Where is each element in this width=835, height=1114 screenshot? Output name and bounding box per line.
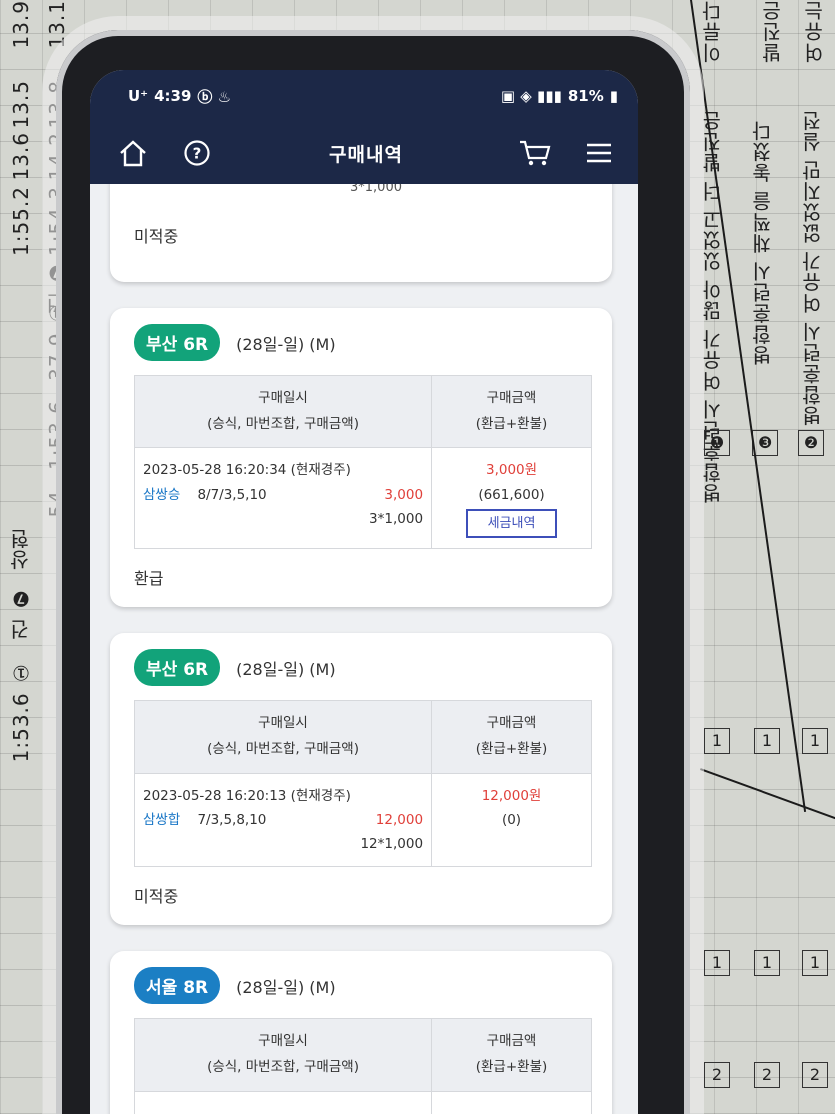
purchase-table: 구매일시 (승식, 마번조합, 구매금액) 구매금액 (환급+환불) 2023-… xyxy=(133,374,592,550)
clock: 4:39 xyxy=(154,87,192,105)
purchase-detail-cell: 2023-05-28 16:20:34 (현재경주) 삼쌍승 8/7/3,5,1… xyxy=(133,447,433,550)
race-date: (28일-일) (M) xyxy=(236,659,336,679)
purchase-datetime: 2023-05-28 16:20:13 (현재경주) xyxy=(143,787,351,804)
bet-amount: 12,000 xyxy=(375,811,424,828)
card-status: 미적중 xyxy=(134,887,179,907)
purchase-card[interactable]: 서울 8R (28일-일) (M) 구매일시 (승식, 마번조합, 구매금액) … xyxy=(110,951,612,1114)
purchase-card[interactable]: 부산 6R (28일-일) (M) 구매일시 (승식, 마번조합, 구매금액) … xyxy=(110,308,612,608)
table-header-right: 구매금액 (환급+환불) xyxy=(431,1018,592,1092)
race-badge: 부산 6R xyxy=(134,649,221,687)
battery-icon: ▮ xyxy=(609,87,618,105)
purchase-card[interactable]: 부산 6R (28일-일) (M) 구매일시 (승식, 마번조합, 구매금액) … xyxy=(110,633,612,926)
refund-amount: (661,600) xyxy=(478,486,545,503)
table-header-left: 구매일시 (승식, 마번조합, 구매금액) xyxy=(133,374,433,449)
table-header-left: 구매일시 (승식, 마번조합, 구매금액) xyxy=(133,1018,433,1092)
page-title: 구매내역 xyxy=(329,143,403,166)
status-bar: U⁺ 4:39 ⓑ ♨ ▣ ◈ ▮▮▮ 81% ▮ xyxy=(90,70,638,122)
tax-detail-button[interactable]: 세금내역 xyxy=(465,508,558,539)
cart-icon[interactable] xyxy=(518,136,552,170)
bet-type: 삼쌍합 xyxy=(143,811,181,828)
bet-amount: 3,000 xyxy=(384,486,424,503)
svg-text:?: ? xyxy=(193,145,202,163)
race-badge: 서울 8R xyxy=(134,967,221,1005)
race-badge: 부산 6R xyxy=(134,324,221,361)
unit-line: 3*1,000 xyxy=(350,184,402,195)
bet-type: 삼쌍승 xyxy=(143,486,181,503)
purchase-detail-cell: 2023-05-28 16:20:13 (현재경주) 삼쌍합 7/3,5,8,1… xyxy=(133,772,433,868)
purchase-amount-cell: 3,000원 (661,600) 세금내역 xyxy=(431,447,592,550)
refund-amount: (0) xyxy=(501,811,522,828)
notification-icon: ⓑ ♨ xyxy=(197,87,232,106)
purchase-card[interactable]: 3*1,000 미적중 xyxy=(110,184,612,282)
purchase-amount-cell: 12,000원 (0) xyxy=(431,772,592,868)
table-header-left: 구매일시 (승식, 마번조합, 구매금액) xyxy=(133,700,433,774)
battery-level: 81% xyxy=(567,87,604,105)
purchase-table: 구매일시 (승식, 마번조합, 구매금액) 구매금액 (환급+환불) xyxy=(133,1018,592,1114)
bet-combination: 7/3,5,8,10 xyxy=(197,811,267,828)
signal-icon: ▣ ◈ ▮▮▮ xyxy=(500,87,562,105)
table-header-right: 구매금액 (환급+환불) xyxy=(431,700,592,774)
purchase-amount: 3,000원 xyxy=(485,462,538,479)
carrier-label: U⁺ xyxy=(128,87,149,105)
unit-line: 12*1,000 xyxy=(360,836,424,853)
bet-combination: 8/7/3,5,10 xyxy=(197,486,267,503)
purchase-table: 구매일시 (승식, 마번조합, 구매금액) 구매금액 (환급+환불) 2023-… xyxy=(133,700,592,868)
race-date: (28일-일) (M) xyxy=(236,334,336,354)
app-bar: ? 구매내역 xyxy=(90,122,638,184)
home-icon[interactable] xyxy=(116,136,150,170)
phone-screen: U⁺ 4:39 ⓑ ♨ ▣ ◈ ▮▮▮ 81% ▮ ? 구매내역 3*1,000… xyxy=(90,70,638,1114)
purchase-datetime: 2023-05-28 16:20:34 (현재경주) xyxy=(143,462,351,479)
table-header-right: 구매금액 (환급+환불) xyxy=(431,374,592,449)
help-icon[interactable]: ? xyxy=(180,136,214,170)
race-date: (28일-일) (M) xyxy=(236,977,336,997)
card-status: 환급 xyxy=(134,569,164,589)
purchase-amount: 12,000원 xyxy=(481,787,542,804)
unit-line: 3*1,000 xyxy=(369,510,424,527)
purchase-list[interactable]: 3*1,000 미적중 부산 6R (28일-일) (M) 구매일시 (승식, … xyxy=(90,184,638,1114)
card-status: 미적중 xyxy=(134,227,179,246)
menu-icon[interactable] xyxy=(582,136,616,170)
